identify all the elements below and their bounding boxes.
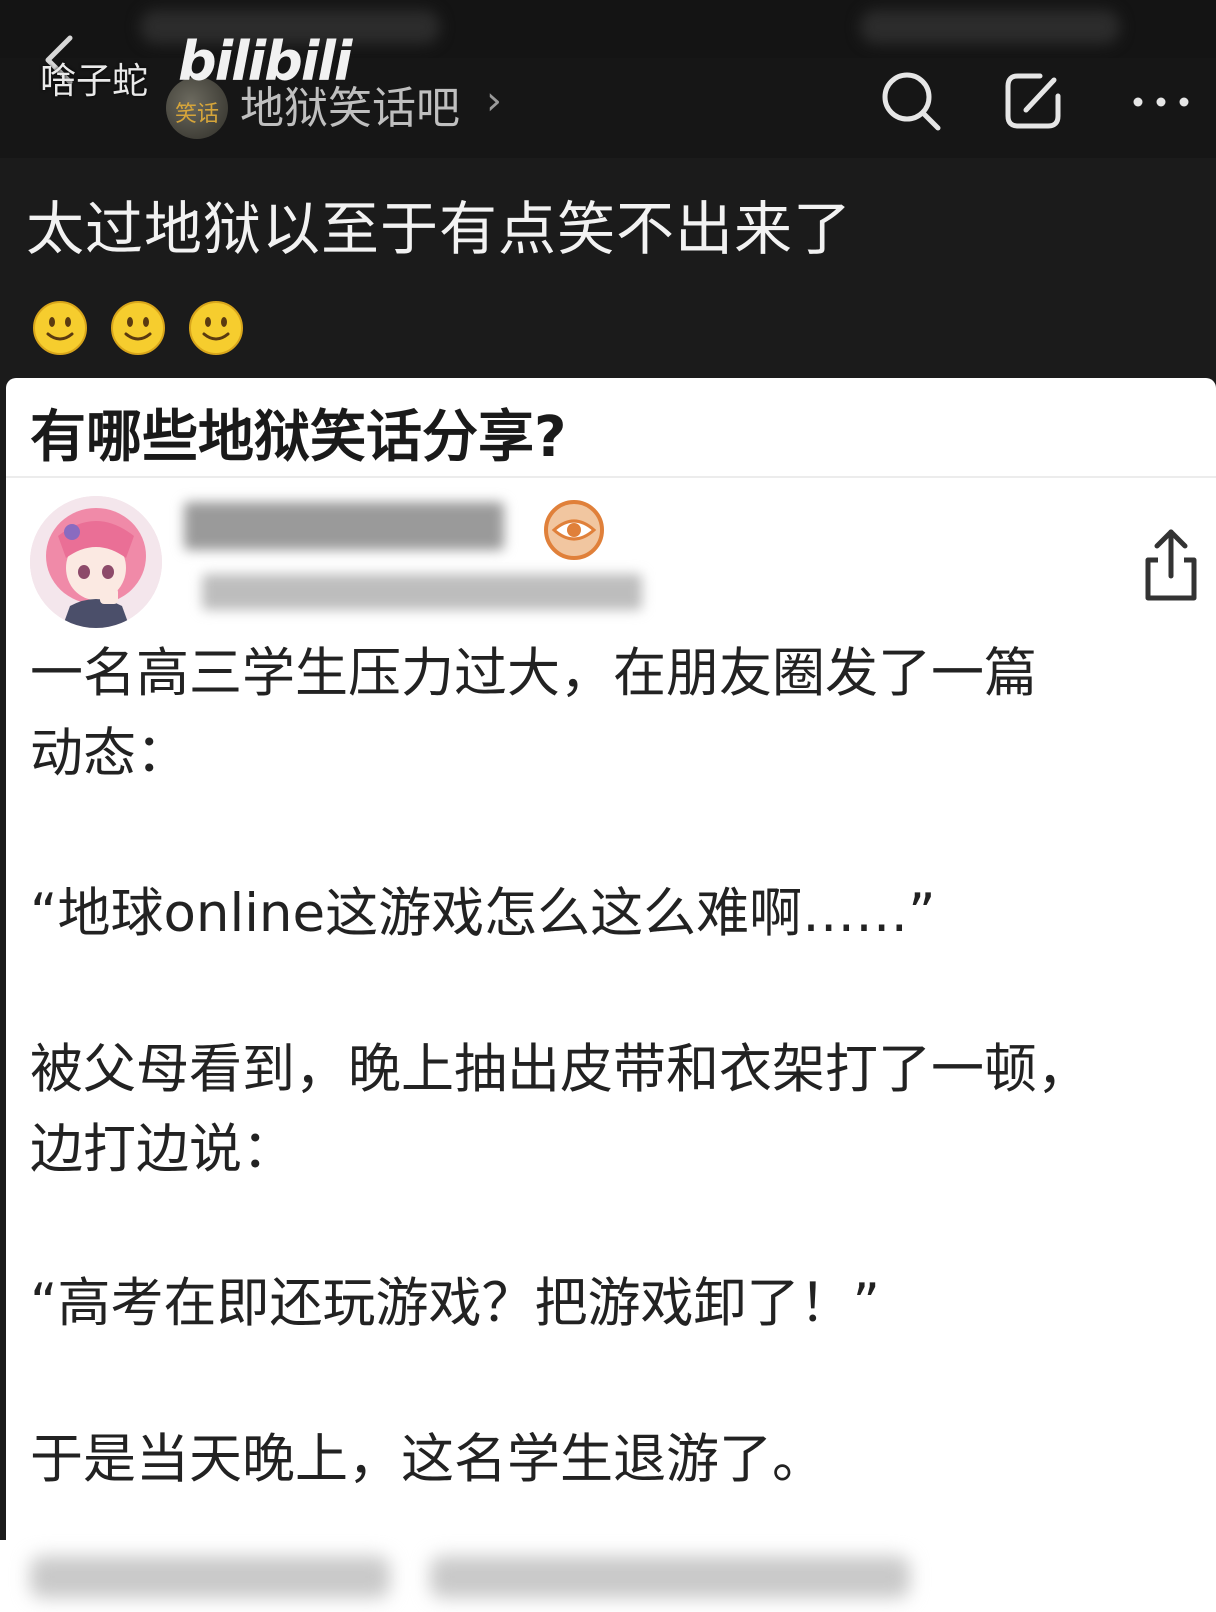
blurred-bottom-content	[0, 1540, 1216, 1612]
blurred-text	[30, 1556, 390, 1598]
blurred-text	[430, 1556, 910, 1598]
answer-paragraph: “地球online这游戏怎么这么难啊……”	[30, 883, 936, 944]
divider	[6, 476, 1216, 478]
search-icon[interactable]	[878, 68, 944, 134]
more-icon[interactable]	[1128, 68, 1194, 134]
smiley-icon	[33, 301, 87, 355]
watermark-author: 啥子蛇	[40, 61, 149, 102]
blurred-status-content	[860, 10, 1120, 44]
answer-paragraph: 于是当天晚上，这名学生退游了。	[30, 1429, 825, 1490]
shared-answer-card: 有哪些地狱笑话分享? 一名高三学生压力过大，在朋友圈发了一篇 动态： “地球on…	[6, 378, 1216, 1540]
answer-paragraph: 一名高三学生压力过大，在朋友圈发了一篇	[30, 643, 1037, 704]
screenshot-page: 笑话 啥子蛇 bilibili 地狱笑话吧 › 太过地狱以至于有点笑不出来了 有…	[0, 0, 1216, 1612]
forum-avatar-label: 笑话	[175, 102, 220, 127]
anime-avatar-image	[30, 496, 162, 628]
answer-paragraph: “高考在即还玩游戏？把游戏卸了！”	[30, 1273, 880, 1334]
blurred-username	[184, 502, 504, 550]
share-icon[interactable]	[1136, 526, 1206, 606]
answer-paragraph: 边打边说：	[30, 1119, 295, 1180]
answer-paragraph: 动态：	[30, 723, 189, 784]
eye-badge-icon	[544, 500, 604, 560]
edit-icon[interactable]	[1000, 68, 1066, 134]
question-title[interactable]: 有哪些地狱笑话分享?	[30, 392, 566, 473]
avatar[interactable]	[30, 496, 162, 628]
emoji-row	[32, 300, 244, 356]
smiley-icon	[189, 301, 243, 355]
smiley-icon	[111, 301, 165, 355]
chevron-right-icon: ›	[486, 78, 502, 124]
post-title: 太过地狱以至于有点笑不出来了	[26, 195, 853, 263]
answer-paragraph: 被父母看到，晚上抽出皮带和衣架打了一顿，	[30, 1039, 1090, 1100]
blurred-user-meta	[202, 574, 642, 610]
forum-name-link[interactable]: 地狱笑话吧	[240, 72, 460, 136]
